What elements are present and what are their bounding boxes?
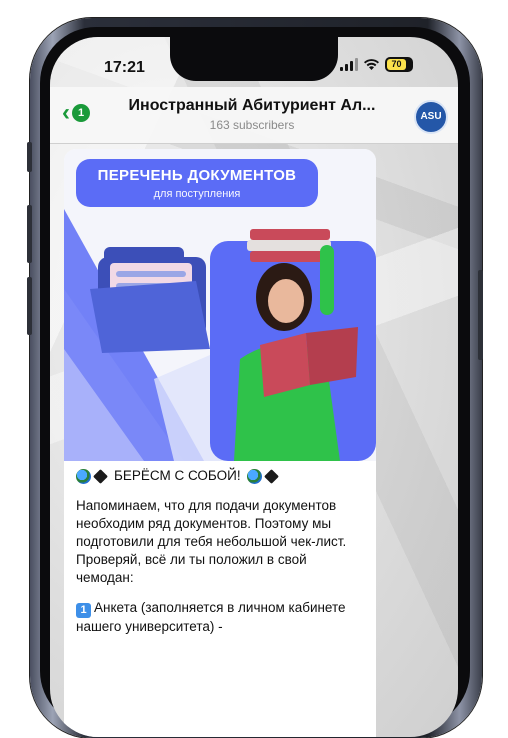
mute-switch <box>27 142 32 172</box>
phone-screen: 17:21 70 ‹ 1 Иностранный Абитуриент Ал..… <box>50 37 458 737</box>
post-image[interactable]: ПЕРЕЧЕНЬ ДОКУМЕНТОВ для поступления <box>64 149 376 461</box>
channel-title[interactable]: Иностранный Абитуриент Ал... <box>116 97 388 115</box>
volume-up-button <box>27 205 32 263</box>
globe-icon <box>246 468 262 484</box>
volume-down-button <box>27 277 32 335</box>
graduation-cap-icon <box>263 468 279 484</box>
status-time: 17:21 <box>104 59 145 76</box>
unread-badge: 1 <box>72 104 90 122</box>
folder-icon <box>90 247 210 353</box>
message-paragraph: Напоминаем, что для подачи документов не… <box>76 498 347 585</box>
heading-text: БЕРЁСМ С СОБОЙ! <box>114 468 241 483</box>
image-subtitle: для поступления <box>153 188 241 200</box>
back-button[interactable]: ‹ 1 <box>62 99 90 126</box>
globe-icon <box>76 468 91 484</box>
battery-level: 70 <box>387 59 406 70</box>
power-button <box>478 270 483 360</box>
checklist-item: 1 Анкета (заполняется в личном кабинете н… <box>76 599 366 636</box>
battery-icon: 70 <box>385 57 413 72</box>
image-banner: ПЕРЕЧЕНЬ ДОКУМЕНТОВ для поступления <box>76 159 318 207</box>
camera-notch <box>170 37 338 81</box>
graduation-cap-icon <box>93 468 108 484</box>
chat-header: ‹ 1 Иностранный Абитуриент Ал... 163 sub… <box>50 87 458 144</box>
image-title: ПЕРЕЧЕНЬ ДОКУМЕНТОВ <box>97 167 297 184</box>
message-heading: БЕРЁСМ С СОБОЙ! <box>76 467 366 485</box>
status-icons: 70 <box>340 57 413 72</box>
chevron-left-icon: ‹ <box>62 99 70 126</box>
message-bubble[interactable]: ПЕРЕЧЕНЬ ДОКУМЕНТОВ для поступления БЕРЁ… <box>64 149 376 737</box>
message-text: БЕРЁСМ С СОБОЙ! Напоминаем, что для пода… <box>76 467 366 648</box>
checklist-item-text: Анкета (заполняется в личном кабинете на… <box>76 600 346 634</box>
channel-avatar[interactable]: ASU <box>414 100 448 134</box>
subscriber-count: 163 subscribers <box>209 118 295 132</box>
signal-icon <box>340 58 358 71</box>
wifi-icon <box>364 59 379 70</box>
keycap-one-icon: 1 <box>76 603 91 618</box>
